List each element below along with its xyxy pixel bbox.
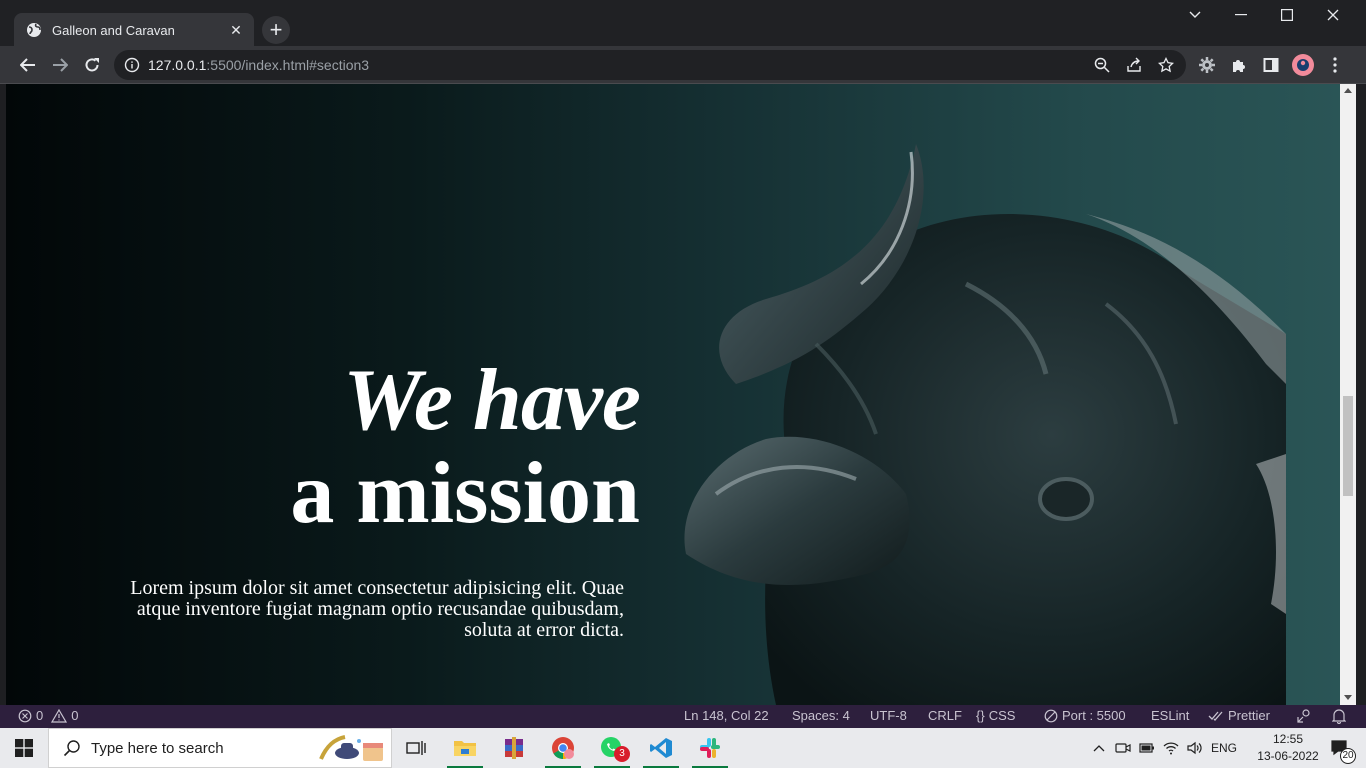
- side-panel-icon[interactable]: [1261, 55, 1281, 75]
- whatsapp-unread-badge: 3: [614, 746, 630, 762]
- input-language[interactable]: ENG: [1208, 728, 1240, 768]
- language-mode[interactable]: {} CSS: [976, 708, 1015, 723]
- winrar-icon[interactable]: [492, 728, 536, 768]
- notifications-bell-icon[interactable]: [1332, 708, 1346, 724]
- error-count: 0: [36, 708, 44, 723]
- warning-icon: [51, 708, 68, 723]
- tab-close-icon[interactable]: ✕: [228, 22, 244, 39]
- system-clock[interactable]: 12:55 13-06-2022: [1256, 731, 1320, 765]
- volume-icon[interactable]: [1184, 728, 1206, 768]
- right-edge-strip: [1356, 84, 1366, 705]
- search-placeholder: Type here to search: [91, 739, 224, 757]
- tab-title: Galleon and Caravan: [52, 22, 175, 38]
- vscode-icon[interactable]: [639, 728, 683, 768]
- bull-sculpture-image: [684, 144, 1286, 705]
- slack-icon[interactable]: [688, 728, 732, 768]
- action-center-icon[interactable]: 20: [1320, 728, 1360, 768]
- windows-taskbar: Type here to search 3 ENG 12:55 13-06-20…: [0, 728, 1366, 768]
- tab-strip: Galleon and Caravan ✕ +: [0, 0, 1366, 47]
- site-info-icon[interactable]: [124, 57, 140, 73]
- extension-gear-icon[interactable]: [1197, 55, 1217, 75]
- forward-arrow-icon[interactable]: [46, 51, 74, 79]
- clock-date: 13-06-2022: [1257, 749, 1319, 763]
- page-heading: We have a mission: [290, 352, 641, 542]
- page-viewport: We have a mission Lorem ipsum dolor sit …: [0, 84, 1366, 705]
- eol-setting[interactable]: CRLF: [928, 708, 962, 723]
- wifi-icon[interactable]: [1160, 728, 1182, 768]
- task-view-icon[interactable]: [394, 728, 438, 768]
- notification-count-badge: 20: [1340, 748, 1356, 764]
- scrollbar-thumb[interactable]: [1343, 396, 1353, 496]
- scroll-up-icon[interactable]: [1344, 88, 1352, 93]
- mission-section: We have a mission Lorem ipsum dolor sit …: [6, 84, 1340, 705]
- taskbar-search-box[interactable]: Type here to search: [48, 728, 392, 768]
- show-hidden-icons-chevron-icon[interactable]: [1088, 728, 1110, 768]
- feedback-icon[interactable]: [1296, 708, 1312, 724]
- battery-icon[interactable]: [1136, 728, 1158, 768]
- search-icon: [63, 740, 80, 757]
- new-tab-button[interactable]: +: [262, 16, 290, 44]
- page-scrollbar[interactable]: [1340, 84, 1356, 705]
- chrome-icon[interactable]: [541, 728, 585, 768]
- browser-menu-icon[interactable]: [1325, 55, 1345, 75]
- share-icon[interactable]: [1125, 56, 1143, 74]
- tab-search-chevron-icon[interactable]: [1172, 0, 1218, 30]
- double-check-icon: [1208, 711, 1223, 721]
- scroll-down-icon[interactable]: [1344, 695, 1352, 700]
- windows-start-icon[interactable]: [0, 728, 48, 768]
- no-entry-icon: [1044, 709, 1058, 722]
- error-icon: [18, 709, 32, 722]
- indentation-setting[interactable]: Spaces: 4: [792, 708, 850, 723]
- maximize-icon[interactable]: [1264, 0, 1310, 30]
- prettier-label: Prettier: [1228, 708, 1270, 723]
- address-bar[interactable]: 127.0.0.1:5500/index.html#section3: [114, 50, 1186, 80]
- back-arrow-icon[interactable]: [14, 51, 42, 79]
- language-label: CSS: [988, 708, 1016, 723]
- problems-indicator[interactable]: 0 0: [18, 708, 78, 723]
- extensions-puzzle-icon[interactable]: [1229, 55, 1249, 75]
- clock-time: 12:55: [1272, 732, 1304, 746]
- file-explorer-icon[interactable]: [443, 728, 487, 768]
- whatsapp-icon[interactable]: 3: [590, 728, 634, 768]
- bookmark-star-icon[interactable]: [1157, 56, 1175, 74]
- minimize-icon[interactable]: [1218, 0, 1264, 30]
- browser-toolbar: 127.0.0.1:5500/index.html#section3: [0, 46, 1366, 84]
- reload-icon[interactable]: [78, 51, 106, 79]
- lead-paragraph: Lorem ipsum dolor sit amet consectetur a…: [130, 577, 624, 641]
- url-text: 127.0.0.1:5500/index.html#section3: [148, 57, 369, 73]
- url-host: 127.0.0.1: [148, 57, 207, 73]
- heading-line-1: We have: [343, 352, 641, 449]
- cursor-position[interactable]: Ln 148, Col 22: [684, 708, 769, 723]
- zoom-out-icon[interactable]: [1093, 56, 1111, 74]
- encoding-setting[interactable]: UTF-8: [870, 708, 907, 723]
- warning-count: 0: [71, 708, 79, 723]
- browser-tab[interactable]: Galleon and Caravan ✕: [14, 13, 254, 47]
- port-label: Port : 5500: [1062, 708, 1126, 723]
- meet-now-icon[interactable]: [1112, 728, 1134, 768]
- curly-braces-icon: {}: [976, 708, 985, 723]
- prettier-status[interactable]: Prettier: [1208, 708, 1270, 723]
- close-window-icon[interactable]: [1310, 0, 1356, 30]
- url-path: :5500/index.html#section3: [206, 57, 370, 73]
- profile-avatar[interactable]: [1292, 54, 1314, 76]
- search-highlight-illustration-icon: [319, 735, 383, 761]
- heading-line-2: a mission: [290, 445, 640, 542]
- globe-icon: [26, 22, 42, 38]
- editor-status-bar: 0 0 Ln 148, Col 22 Spaces: 4 UTF-8 CRLF …: [0, 705, 1366, 728]
- eslint-status[interactable]: ESLint: [1151, 708, 1189, 723]
- live-server-port[interactable]: Port : 5500: [1044, 708, 1126, 723]
